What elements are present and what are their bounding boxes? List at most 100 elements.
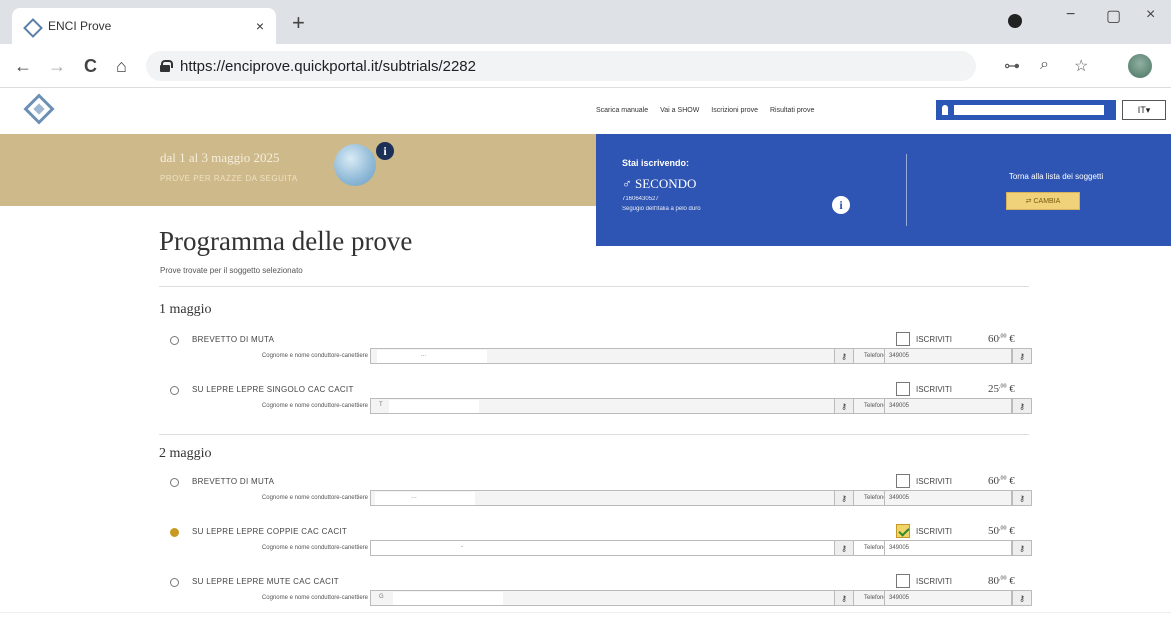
page-title: Programma delle prove <box>159 226 413 256</box>
subject-info-icon[interactable]: i <box>832 196 850 214</box>
trial-name: SU LEPRE LEPRE MUTE CAC CACIT <box>192 577 339 586</box>
profile-avatar[interactable] <box>1128 54 1152 78</box>
handler-label: Cognome e nome conduttore-canettiere <box>261 403 368 409</box>
phone-input[interactable]: 349005 <box>884 490 1012 506</box>
enroll-checkbox[interactable] <box>896 332 910 346</box>
site-header: Scarica manuale Vai a SHOW Iscrizioni pr… <box>0 88 1171 134</box>
phone-input[interactable]: 349005 <box>884 590 1012 606</box>
redacted-value <box>377 350 487 363</box>
back-icon[interactable]: ← <box>14 56 32 77</box>
enroll-checkbox[interactable] <box>896 382 910 396</box>
day-title: 1 maggio <box>159 302 212 317</box>
browser-toolbar: ← → C ⌂ https://enciprove.quickportal.it… <box>0 44 1171 88</box>
handler-key-icon[interactable]: ⚷ <box>834 398 854 414</box>
redacted-value <box>375 492 475 505</box>
redacted-value <box>393 592 503 605</box>
enroll-checkbox[interactable] <box>896 574 910 588</box>
trial-price: 60,00 € <box>988 333 1015 345</box>
tab-title: ENCI Prove <box>48 19 112 33</box>
enroll-label: ISCRIVITI <box>916 335 953 344</box>
download-manual-link[interactable]: Scarica manuale <box>596 107 648 114</box>
browser-tab[interactable]: ENCI Prove × <box>12 8 276 44</box>
password-key-icon[interactable]: ⊶ <box>1004 56 1020 76</box>
phone-key-icon[interactable]: ⚷ <box>1012 348 1032 364</box>
maximize-icon[interactable]: ▢ <box>1106 6 1121 26</box>
subject-banner: Stai iscrivendo: ♂ SECONDO 71606430527 S… <box>596 134 1171 246</box>
trial-radio[interactable] <box>170 478 179 487</box>
event-info-icon[interactable]: i <box>376 142 394 160</box>
divider <box>159 286 1029 287</box>
tab-close-icon[interactable]: × <box>256 18 264 34</box>
enci-logo-icon[interactable] <box>23 93 55 125</box>
subject-name: ♂ SECONDO <box>622 176 697 191</box>
handler-key-icon[interactable]: ⚷ <box>834 490 854 506</box>
subject-breed: Segugio dell'Italia a pelo duro <box>622 206 701 212</box>
phone-input[interactable]: 349005 <box>884 348 1012 364</box>
trial-row: BREVETTO DI MUTA ISCRIVITI 60,00 € Cogno… <box>170 332 1032 372</box>
phone-key-icon[interactable]: ⚷ <box>1012 590 1032 606</box>
trial-enrollments-link[interactable]: Iscrizioni prove <box>711 107 758 114</box>
minimize-icon[interactable]: − <box>1066 6 1075 24</box>
change-subject-button[interactable]: ⇄ CAMBIA <box>1006 192 1080 210</box>
phone-input[interactable]: 349005 <box>884 540 1012 556</box>
trial-row: SU LEPRE LEPRE SINGOLO CAC CACIT ISCRIVI… <box>170 382 1032 422</box>
trial-row: BREVETTO DI MUTA ISCRIVITI 60,00 € Cogno… <box>170 474 1032 514</box>
trial-price: 25,00 € <box>988 383 1015 395</box>
show-link[interactable]: Vai a SHOW <box>660 107 699 114</box>
lock-icon <box>160 60 173 72</box>
window-close-icon[interactable]: × <box>1146 6 1155 24</box>
globe-icon <box>334 144 376 186</box>
day-title: 2 maggio <box>159 446 212 461</box>
trial-name: BREVETTO DI MUTA <box>192 477 275 486</box>
handler-label: Cognome e nome conduttore-canettiere <box>261 595 368 601</box>
trial-radio[interactable] <box>170 386 179 395</box>
address-bar[interactable]: https://enciprove.quickportal.it/subtria… <box>146 51 976 81</box>
trial-price: 50,00 € <box>988 525 1015 537</box>
enci-favicon-icon <box>24 19 38 33</box>
phone-key-icon[interactable]: ⚷ <box>1012 398 1032 414</box>
trial-radio-selected[interactable] <box>170 528 179 537</box>
user-icon <box>942 105 948 115</box>
handler-key-icon[interactable]: ⚷ <box>834 540 854 556</box>
top-links: Scarica manuale Vai a SHOW Iscrizioni pr… <box>596 107 814 114</box>
bookmark-star-icon[interactable]: ☆ <box>1074 56 1088 76</box>
event-banner: dal 1 al 3 maggio 2025 PROVE PER RAZZE D… <box>0 134 596 206</box>
forward-icon[interactable]: → <box>48 56 66 77</box>
enroll-checkbox[interactable] <box>896 474 910 488</box>
trial-name: SU LEPRE LEPRE COPPIE CAC CACIT <box>192 527 348 536</box>
handler-key-icon[interactable]: ⚷ <box>834 590 854 606</box>
zoom-icon[interactable]: ⌕ <box>1040 56 1049 74</box>
back-to-subjects-text: Torna alla lista dei soggetti <box>1008 172 1104 181</box>
home-icon[interactable]: ⌂ <box>116 56 127 77</box>
handler-label: Cognome e nome conduttore-canettiere <box>261 353 368 359</box>
language-selector[interactable]: IT▾ <box>1122 100 1166 120</box>
page-bottom-divider <box>0 612 1171 613</box>
enroll-checkbox-checked[interactable] <box>896 524 910 538</box>
banner-divider <box>906 154 907 226</box>
trial-radio[interactable] <box>170 336 179 345</box>
divider <box>159 434 1029 435</box>
enroll-label: ISCRIVITI <box>916 527 953 536</box>
reload-icon[interactable]: C <box>84 56 97 77</box>
browser-tab-strip: ENCI Prove × + − ▢ × <box>0 0 1171 44</box>
user-menu[interactable] <box>936 100 1116 120</box>
phone-key-icon[interactable]: ⚷ <box>1012 490 1032 506</box>
url-text: https://enciprove.quickportal.it/subtria… <box>180 57 476 75</box>
trial-results-link[interactable]: Risultati prove <box>770 107 814 114</box>
trial-name: BREVETTO DI MUTA <box>192 335 275 344</box>
handler-label: Cognome e nome conduttore-canettiere <box>261 545 368 551</box>
redacted-username <box>954 105 1104 115</box>
phone-key-icon[interactable]: ⚷ <box>1012 540 1032 556</box>
phone-input[interactable]: 349005 <box>884 398 1012 414</box>
event-subtitle: PROVE PER RAZZE DA SEGUITA <box>160 174 298 183</box>
handler-key-icon[interactable]: ⚷ <box>834 348 854 364</box>
handler-label: Cognome e nome conduttore-canettiere <box>261 495 368 501</box>
new-tab-icon[interactable]: + <box>292 10 305 36</box>
trial-radio[interactable] <box>170 578 179 587</box>
enroll-label: ISCRIVITI <box>916 385 953 394</box>
redacted-value <box>389 400 479 413</box>
page-subtitle: Prove trovate per il soggetto selezionat… <box>160 266 303 275</box>
trial-row: SU LEPRE LEPRE COPPIE CAC CACIT ISCRIVIT… <box>170 524 1032 564</box>
extension-icon[interactable] <box>1008 14 1022 28</box>
enroll-label: ISCRIVITI <box>916 477 953 486</box>
